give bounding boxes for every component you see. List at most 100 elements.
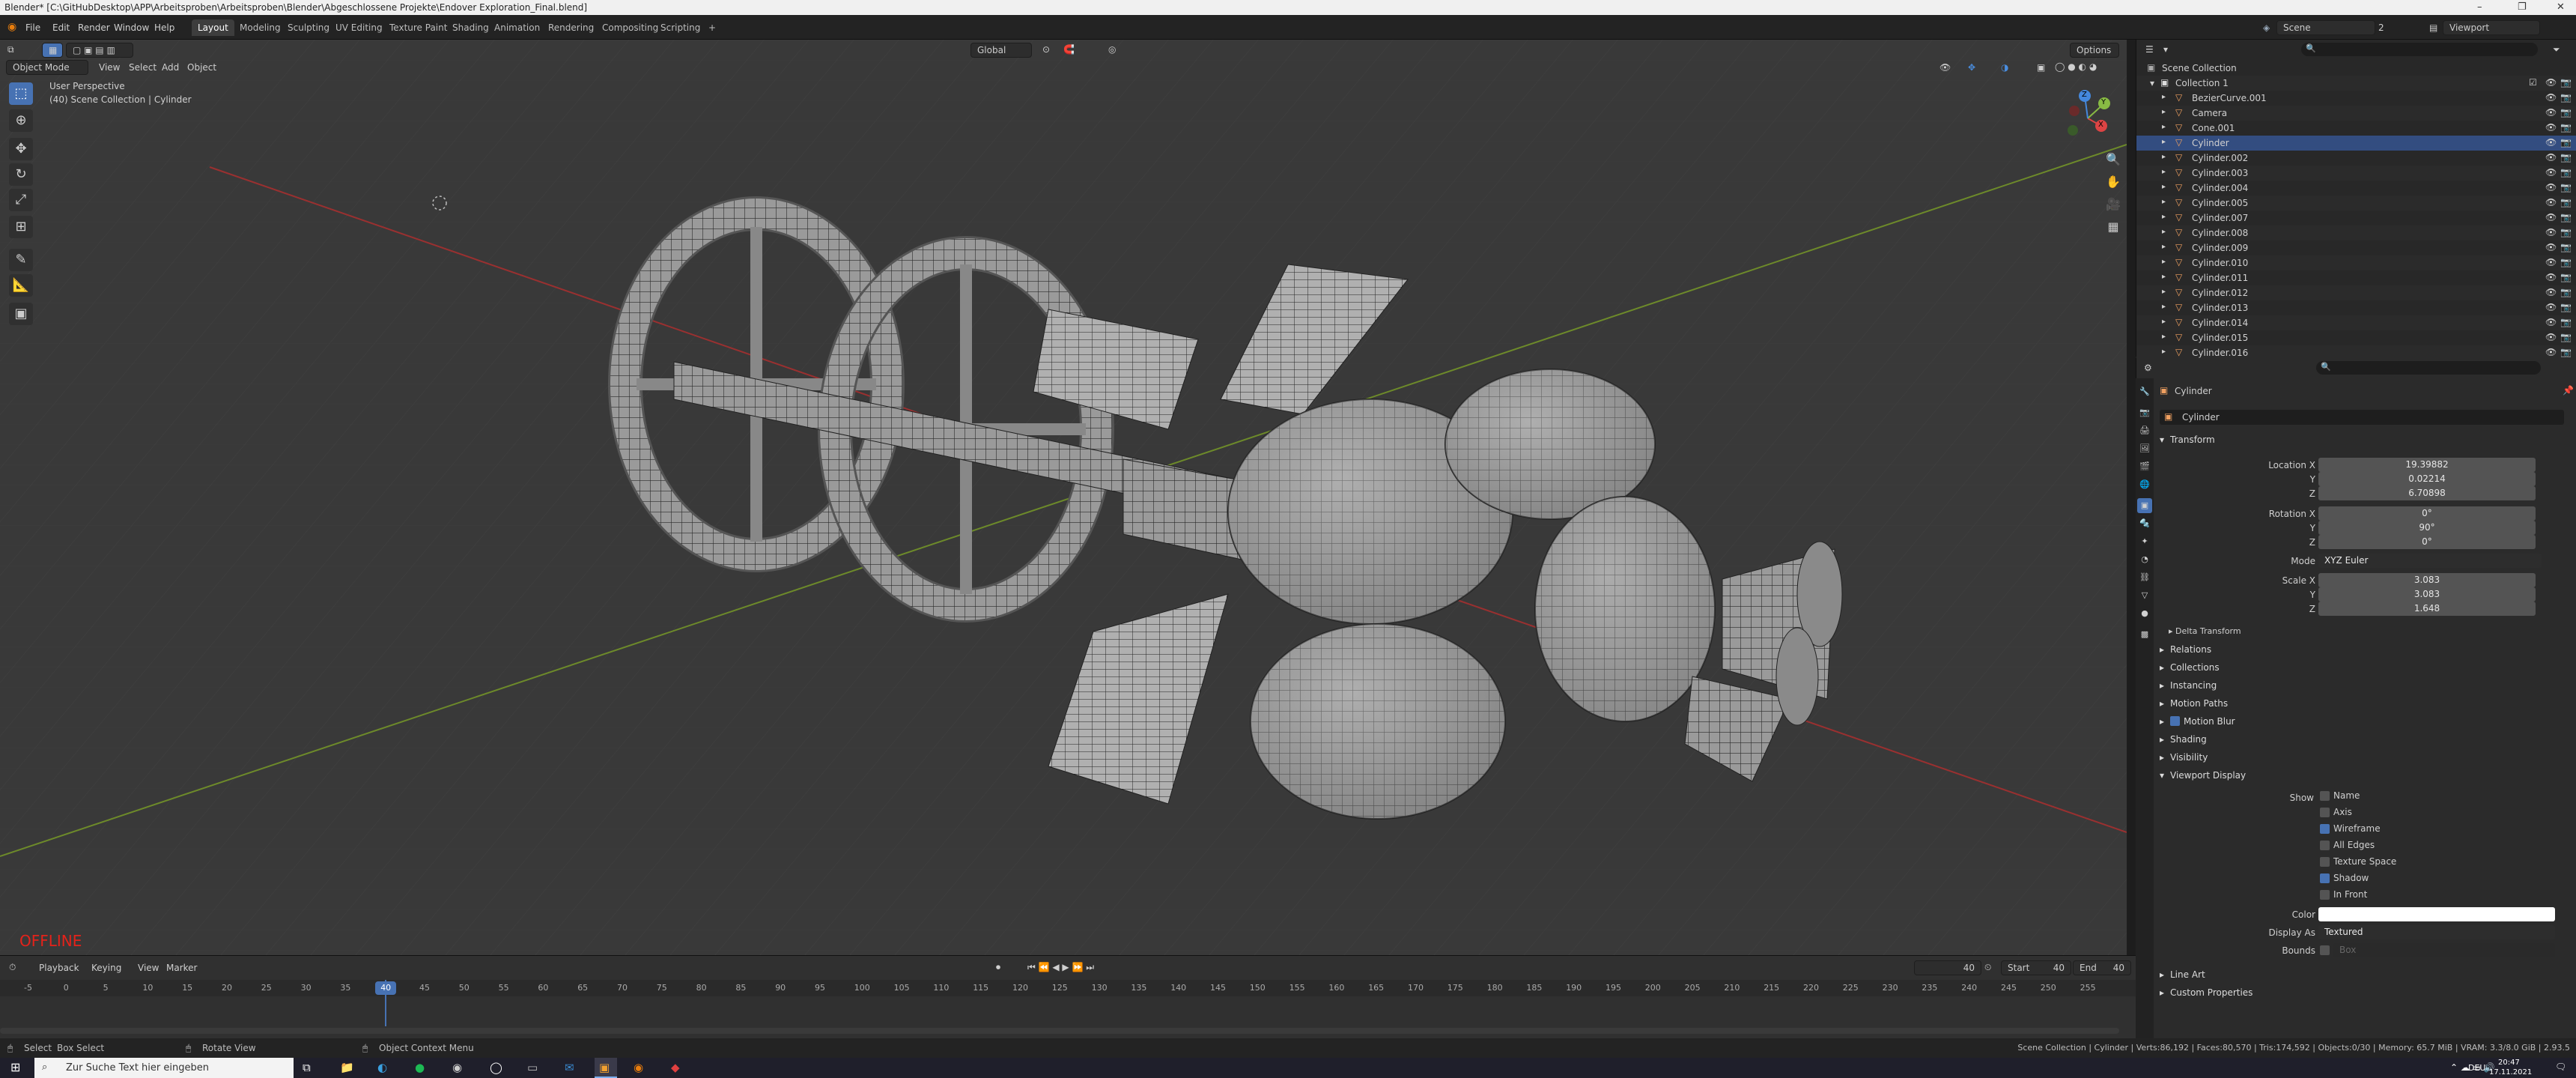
taskbar-search-input[interactable]: ⌕ Zur Suche Text hier eingeben (34, 1058, 294, 1078)
record-icon[interactable]: ⏺ (996, 962, 1000, 973)
outliner-item[interactable]: ▸ ▽ BezierCurve.001 👁 📷 (2136, 91, 2576, 106)
menu-render[interactable]: Render (78, 22, 110, 33)
delta-transform-header[interactable]: ▸ Delta Transform (2169, 626, 2241, 636)
annotate-tool-icon[interactable]: ✎ (9, 249, 33, 271)
cursor-tool-icon[interactable]: ⊕ (9, 109, 33, 132)
outliner-item[interactable]: ▸ ▽ Cylinder.015 👁 📷 (2136, 330, 2576, 345)
xray-toggle-icon[interactable]: ▣ (2037, 62, 2045, 73)
app-icon[interactable]: ▭ (527, 1061, 538, 1074)
expand-icon[interactable]: ▸ (2162, 93, 2166, 101)
orientation-dropdown[interactable]: Global (970, 43, 1032, 58)
expand-icon[interactable]: ▸ (2162, 213, 2166, 221)
view-object-types-icon[interactable]: 👁 (1939, 62, 1951, 73)
blender-logo-icon[interactable]: ◉ (7, 21, 16, 33)
timeline-menu-view[interactable]: View (138, 963, 159, 973)
tab-animation[interactable]: Animation (488, 19, 546, 36)
physics-tab-icon[interactable]: ◔ (2137, 552, 2152, 567)
menu-edit[interactable]: Edit (52, 22, 70, 33)
clock-date[interactable]: 17.11.2021 (2489, 1068, 2532, 1077)
pivot-icon[interactable]: ⊙ (1042, 44, 1050, 55)
world-tab-icon[interactable]: 🌐 (2137, 477, 2152, 492)
options-dropdown[interactable]: Options (2070, 43, 2119, 58)
camera-icon[interactable]: 📷 (2560, 197, 2572, 208)
outliner-item[interactable]: ▸ ▽ Cylinder.002 👁 📷 (2136, 151, 2576, 166)
camera-icon[interactable]: 📷 (2560, 212, 2572, 222)
selection-mode-buttons[interactable]: ▢ ▣ ▤ ▥ (66, 43, 133, 58)
taskbar-active-app[interactable]: ▣ (595, 1058, 617, 1078)
eye-icon[interactable]: 👁 (2545, 107, 2557, 118)
eye-icon[interactable]: 👁 (2545, 197, 2557, 208)
expand-icon[interactable]: ▸ (2162, 288, 2166, 296)
camera-icon[interactable]: 📷 (2560, 242, 2572, 252)
rotation-z-field[interactable]: 0° (2318, 535, 2536, 549)
eye-icon[interactable]: 👁 (2545, 77, 2557, 88)
material-tab-icon[interactable]: ● (2137, 606, 2152, 621)
outliner-scene-collection[interactable]: ▣ Scene Collection (2136, 61, 2576, 76)
camera-icon[interactable]: 📷 (2560, 152, 2572, 163)
viewport-menu-add[interactable]: Add (162, 62, 179, 73)
object-mode-dropdown[interactable]: Object Mode (6, 60, 88, 75)
object-tab-icon[interactable]: ▣ (2137, 498, 2152, 513)
rotate-tool-icon[interactable]: ↻ (9, 163, 33, 186)
overlay-toggle-icon[interactable]: ◑ (2001, 62, 2008, 73)
camera-icon[interactable]: 📷 (2560, 317, 2572, 327)
timeline-menu-playback[interactable]: Playback (39, 963, 79, 973)
camera-icon[interactable]: 📷 (2560, 167, 2572, 178)
minimize-icon[interactable]: – (2477, 1, 2482, 13)
proportional-icon[interactable]: ◎ (1108, 44, 1116, 55)
expand-icon[interactable]: ▸ (2162, 198, 2166, 206)
location-y-field[interactable]: 0.02214 (2318, 472, 2536, 486)
spotify-icon[interactable]: ● (415, 1061, 425, 1074)
eye-icon[interactable]: 👁 (2545, 167, 2557, 178)
outliner-item[interactable]: ▸ ▽ Cylinder.005 👁 📷 (2136, 196, 2576, 211)
timeline-scrollbar[interactable] (0, 1028, 2119, 1034)
outliner-item[interactable]: ▸ ▽ Cylinder.003 👁 📷 (2136, 166, 2576, 181)
camera-icon[interactable]: 📷 (2560, 302, 2572, 312)
eye-icon[interactable]: 👁 (2545, 92, 2557, 103)
windows-start-icon[interactable]: ⊞ (10, 1060, 20, 1074)
scale-y-field[interactable]: 3.083 (2318, 587, 2536, 602)
scale-x-field[interactable]: 3.083 (2318, 573, 2536, 587)
section-header[interactable]: ▸ Collections (2157, 659, 2576, 676)
line-art-panel-header[interactable]: ▸ Line Art (2157, 966, 2576, 983)
rotation-mode-dropdown[interactable]: XYZ Euler (2318, 554, 2542, 568)
camera-icon[interactable]: 📷 (2560, 122, 2572, 133)
outliner-item[interactable]: ▸ ▽ Cylinder.007 👁 📷 (2136, 211, 2576, 225)
expand-icon[interactable]: ▸ (2162, 258, 2166, 266)
bounds-checkbox[interactable] (2320, 945, 2330, 955)
camera-icon[interactable]: 📷 (2560, 92, 2572, 103)
add-cube-tool-icon[interactable]: ▣ (9, 303, 33, 325)
display-as-dropdown[interactable]: Textured (2318, 925, 2555, 939)
camera-icon[interactable]: 📷 (2560, 107, 2572, 118)
menu-help[interactable]: Help (154, 22, 174, 33)
transform-panel-header[interactable]: ▾ Transform (2157, 431, 2576, 448)
outliner-item[interactable]: ▸ ▽ Cylinder.011 👁 📷 (2136, 270, 2576, 285)
playhead-frame-label[interactable]: 40 (375, 981, 397, 995)
expand-icon[interactable]: ▸ (2162, 318, 2166, 326)
eye-icon[interactable]: 👁 (2545, 212, 2557, 222)
view-layer-selector[interactable]: Viewport (2443, 20, 2540, 35)
section-header[interactable]: ▸ Relations (2157, 641, 2576, 658)
outliner-item[interactable]: ▸ ▽ Cylinder.004 👁 📷 (2136, 181, 2576, 196)
end-frame-field[interactable]: End 40 (2073, 960, 2131, 975)
navigation-gizmo[interactable]: X Y Z (2058, 88, 2118, 148)
add-workspace-button[interactable]: + (702, 19, 722, 36)
tab-layout[interactable]: Layout (192, 19, 234, 36)
camera-icon[interactable]: 📷 (2560, 287, 2572, 297)
tab-modeling[interactable]: Modeling (234, 19, 287, 36)
timeline-menu-keying[interactable]: Keying (91, 963, 121, 973)
outliner-item[interactable]: ▸ ▽ Cylinder 👁 📷 (2136, 136, 2576, 151)
rotation-y-field[interactable]: 90° (2318, 521, 2536, 535)
expand-icon[interactable]: ▸ (2162, 183, 2166, 191)
properties-search-input[interactable]: 🔍 (2316, 361, 2541, 375)
expand-icon[interactable]: ▸ (2162, 348, 2166, 356)
modifier-tab-icon[interactable]: 🔩 (2137, 516, 2152, 531)
camera-icon[interactable]: 📷 (2560, 77, 2572, 88)
clock-time[interactable]: 20:47 (2498, 1059, 2520, 1067)
viewport-menu-view[interactable]: View (99, 62, 120, 73)
camera-icon[interactable]: 📷 (2560, 272, 2572, 282)
measure-tool-icon[interactable]: 📐 (9, 274, 33, 297)
eye-icon[interactable]: 👁 (2545, 317, 2557, 327)
section-header[interactable]: ▸ Visibility (2157, 749, 2576, 766)
expand-icon[interactable]: ▸ (2162, 303, 2166, 311)
